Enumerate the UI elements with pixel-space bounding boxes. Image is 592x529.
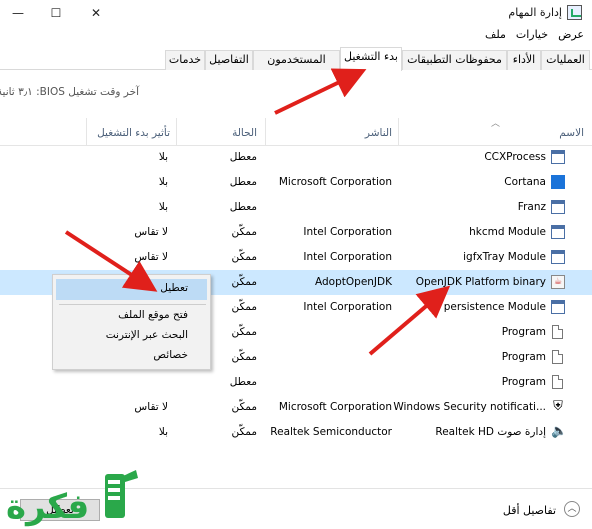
context-menu-open-file-location[interactable]: فتح موقع الملف bbox=[118, 309, 188, 321]
row-name: igfxTray Module bbox=[463, 251, 546, 263]
minimize-button[interactable]: — bbox=[4, 3, 32, 23]
row-name: persistence Module bbox=[443, 301, 546, 313]
speaker-icon: 🔈 bbox=[551, 424, 568, 439]
document-icon bbox=[552, 325, 563, 339]
bios-time-label: آخر وقت تشغيل BIOS: ٣٫١ ثانية bbox=[0, 86, 139, 98]
row-status: معطل bbox=[229, 376, 257, 388]
column-header-name[interactable]: الاسم bbox=[559, 127, 584, 139]
title-bar: — ☐ ✕ إدارة المهام bbox=[0, 0, 592, 26]
row-impact: لا تقاس bbox=[134, 251, 168, 263]
row-status: ممكّن bbox=[231, 251, 258, 263]
window-icon bbox=[551, 225, 565, 239]
column-header-row: الاسم الناشر الحالة تأثير بدء التشغيل bbox=[0, 112, 592, 146]
row-name: إدارة صوت Realtek HD bbox=[435, 426, 546, 438]
menu-file[interactable]: ملف bbox=[485, 28, 506, 44]
tab-bar: العمليات الأداء محفوظات التطبيقات بدء ال… bbox=[0, 46, 592, 71]
row-status: ممكّن bbox=[231, 276, 258, 288]
row-name: hkcmd Module bbox=[469, 226, 546, 238]
row-status: معطل bbox=[229, 151, 257, 163]
row-name: CCXProcess bbox=[484, 151, 546, 163]
context-menu-properties[interactable]: خصائص bbox=[153, 349, 188, 361]
row-status: ممكّن bbox=[231, 301, 258, 313]
row-publisher: Microsoft Corporation bbox=[278, 176, 392, 188]
column-divider[interactable] bbox=[86, 118, 87, 146]
row-status: ممكّن bbox=[231, 401, 258, 413]
close-button[interactable]: ✕ bbox=[82, 3, 110, 23]
table-row[interactable]: CCXProcess معطل بلا bbox=[0, 145, 592, 170]
watermark-text: فكرة bbox=[6, 487, 89, 527]
row-publisher: AdoptOpenJDK bbox=[315, 276, 392, 288]
row-impact: بلا bbox=[158, 176, 168, 188]
context-menu: تعطيل فتح موقع الملف البحث عبر الإنترنت … bbox=[52, 274, 211, 370]
row-status: ممكّن bbox=[231, 351, 258, 363]
row-publisher: Intel Corporation bbox=[303, 226, 392, 238]
row-name: Program bbox=[501, 351, 546, 363]
row-publisher: Realtek Semiconductor bbox=[270, 426, 392, 438]
tab-users[interactable]: المستخدمون bbox=[253, 50, 340, 70]
menu-bar: ملف خيارات عرض bbox=[485, 28, 584, 44]
row-impact: بلا bbox=[158, 426, 168, 438]
task-manager-icon bbox=[567, 5, 582, 20]
row-impact: بلا bbox=[158, 151, 168, 163]
row-status: ممكّن bbox=[231, 326, 258, 338]
menu-view[interactable]: عرض bbox=[558, 28, 584, 44]
context-menu-search-online[interactable]: البحث عبر الإنترنت bbox=[106, 329, 188, 341]
row-impact: لا تقاس bbox=[134, 226, 168, 238]
document-icon bbox=[552, 350, 563, 364]
row-publisher: Intel Corporation bbox=[303, 301, 392, 313]
row-impact: لا تقاس bbox=[134, 401, 168, 413]
fewer-details-link[interactable]: تفاصيل أقل bbox=[503, 504, 556, 517]
row-status: معطل bbox=[229, 176, 257, 188]
context-menu-separator bbox=[59, 304, 206, 305]
column-divider[interactable] bbox=[176, 118, 177, 146]
window-icon bbox=[551, 300, 565, 314]
table-row[interactable]: Cortana Microsoft Corporation معطل بلا bbox=[0, 170, 592, 195]
row-status: معطل bbox=[229, 201, 257, 213]
row-status: ممكّن bbox=[231, 426, 258, 438]
document-icon bbox=[552, 375, 563, 389]
window-title: إدارة المهام bbox=[508, 6, 562, 19]
tab-startup[interactable]: بدء التشغيل bbox=[340, 47, 402, 71]
table-row[interactable]: Franz معطل بلا bbox=[0, 195, 592, 220]
row-name: Windows Security notificati... bbox=[393, 401, 546, 413]
shield-icon: ⛨ bbox=[553, 399, 563, 414]
window-icon bbox=[551, 150, 565, 164]
column-divider[interactable] bbox=[398, 118, 399, 146]
row-name: Program bbox=[501, 326, 546, 338]
table-row[interactable]: hkcmd Module Intel Corporation ممكّن لا … bbox=[0, 220, 592, 245]
book-icon bbox=[105, 470, 138, 518]
java-icon: ☕ bbox=[551, 275, 565, 289]
table-row[interactable]: Program معطل bbox=[0, 370, 592, 395]
chevron-up-icon[interactable]: ︿ bbox=[564, 501, 580, 517]
column-divider[interactable] bbox=[265, 118, 266, 146]
row-impact: بلا bbox=[158, 201, 168, 213]
table-row[interactable]: igfxTray Module Intel Corporation ممكّن … bbox=[0, 245, 592, 270]
tab-performance[interactable]: الأداء bbox=[507, 50, 541, 70]
table-row[interactable]: ⛨ Windows Security notificati... Microso… bbox=[0, 395, 592, 420]
column-header-publisher[interactable]: الناشر bbox=[365, 127, 392, 139]
arrow-to-startup-tab bbox=[274, 68, 367, 115]
row-publisher: Microsoft Corporation bbox=[278, 401, 392, 413]
window-icon bbox=[551, 200, 565, 214]
watermark-logo: فكرة bbox=[6, 470, 138, 527]
context-menu-disable[interactable]: تعطيل bbox=[160, 282, 188, 294]
tab-app-history[interactable]: محفوظات التطبيقات bbox=[402, 50, 507, 70]
menu-options[interactable]: خيارات bbox=[516, 28, 548, 44]
column-header-impact[interactable]: تأثير بدء التشغيل bbox=[97, 127, 170, 139]
cortana-icon bbox=[551, 175, 565, 189]
row-name: OpenJDK Platform binary bbox=[415, 276, 546, 288]
row-publisher: Intel Corporation bbox=[303, 251, 392, 263]
tab-services[interactable]: خدمات bbox=[165, 50, 205, 70]
row-name: Program bbox=[501, 376, 546, 388]
row-name: Franz bbox=[517, 201, 546, 213]
column-header-status[interactable]: الحالة bbox=[232, 127, 257, 139]
maximize-button[interactable]: ☐ bbox=[42, 3, 70, 23]
sort-up-icon: ︿ bbox=[491, 119, 501, 129]
table-row[interactable]: 🔈 إدارة صوت Realtek HD Realtek Semicondu… bbox=[0, 420, 592, 445]
row-status: ممكّن bbox=[231, 226, 258, 238]
tab-processes[interactable]: العمليات bbox=[541, 50, 590, 70]
window-icon bbox=[551, 250, 565, 264]
tab-details[interactable]: التفاصيل bbox=[205, 50, 253, 70]
row-name: Cortana bbox=[504, 176, 546, 188]
